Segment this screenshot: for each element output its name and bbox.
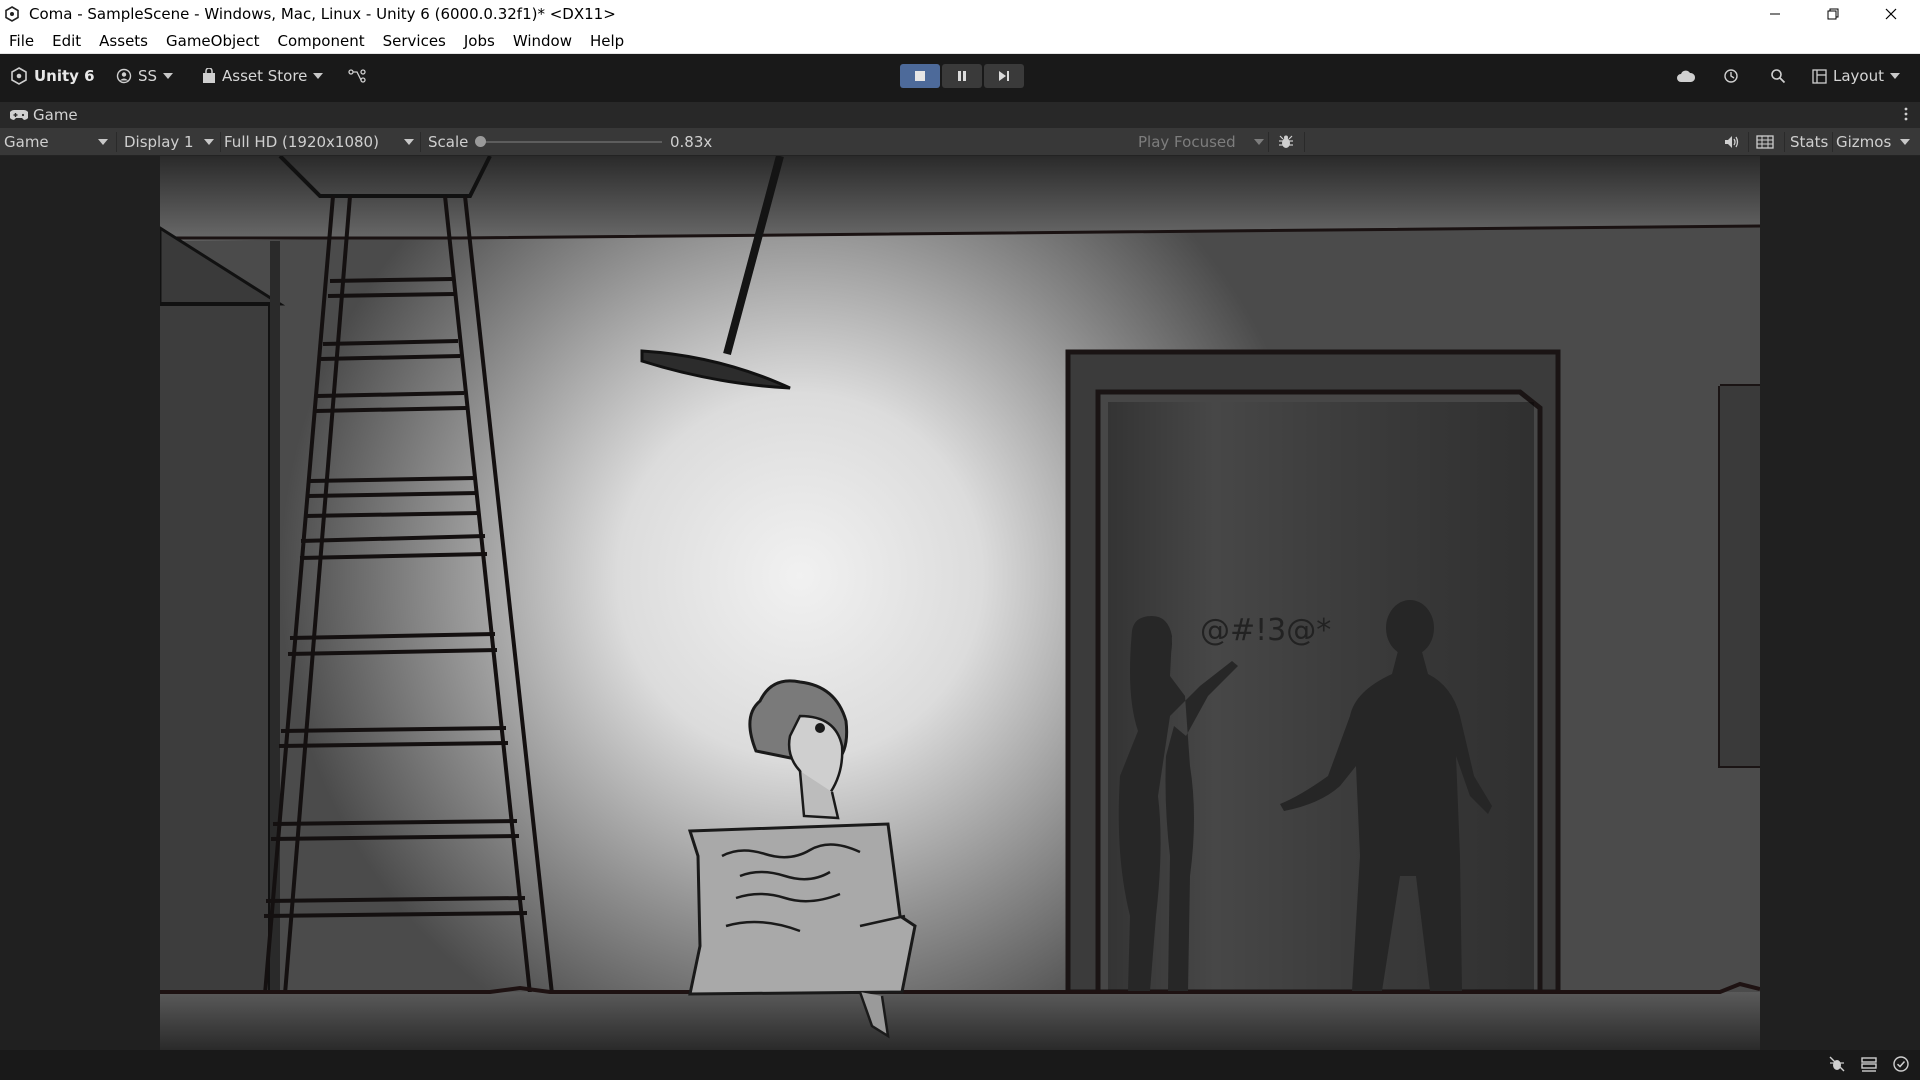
asset-store-label: Asset Store [222, 67, 308, 85]
minimize-button[interactable] [1746, 0, 1804, 28]
play-focused-label: Play Focused [1138, 133, 1236, 151]
layout-dropdown[interactable]: Layout [1812, 63, 1900, 89]
scale-slider-track[interactable] [484, 141, 662, 143]
unity-version-label: Unity 6 [34, 67, 95, 85]
tab-game-label: Game [33, 106, 78, 124]
menu-file[interactable]: File [0, 28, 43, 54]
minimize-icon [1770, 13, 1780, 15]
chevron-down-icon [1900, 139, 1910, 145]
aspect-grid-button[interactable] [1756, 128, 1774, 156]
history-icon [1724, 69, 1738, 83]
account-dropdown[interactable]: SS [116, 63, 174, 89]
debug-off-icon[interactable] [1828, 1055, 1846, 1073]
asset-store-dropdown[interactable]: Asset Store [202, 63, 324, 89]
menu-help[interactable]: Help [581, 28, 633, 54]
speech-text: @#!3@* [1200, 613, 1331, 648]
history-button[interactable] [1723, 63, 1739, 89]
layout-icon [1812, 68, 1827, 84]
menu-bar: File Edit Assets GameObject Component Se… [0, 28, 1920, 54]
window-titlebar: Coma - SampleScene - Windows, Mac, Linux… [0, 0, 1920, 28]
chevron-down-icon [98, 139, 108, 145]
playback-controls [900, 64, 1024, 88]
gizmos-dropdown[interactable] [1900, 128, 1910, 156]
cloud-button[interactable] [1676, 63, 1696, 89]
main-toolbar: Unity 6 SS Asset Store Layout [0, 54, 1920, 98]
check-circle-icon[interactable] [1892, 1055, 1910, 1073]
chevron-down-icon [204, 139, 214, 145]
right-window-frame [1718, 384, 1760, 768]
unity-version-button[interactable]: Unity 6 [10, 63, 95, 89]
stats-button[interactable]: Stats [1790, 128, 1828, 156]
scale-label: Scale [428, 133, 469, 151]
search-icon [1771, 69, 1786, 84]
left-wall-shadow [160, 304, 270, 992]
pause-button[interactable] [942, 64, 982, 88]
view-mode-dropdown[interactable]: Game [0, 128, 112, 156]
more-vertical-icon [1904, 107, 1908, 121]
menu-gameobject[interactable]: GameObject [157, 28, 269, 54]
scale-slider-thumb[interactable] [475, 136, 486, 147]
chevron-down-icon [404, 139, 414, 145]
search-button[interactable] [1770, 63, 1786, 89]
menu-component[interactable]: Component [269, 28, 374, 54]
menu-jobs[interactable]: Jobs [455, 28, 504, 54]
grid-icon [1756, 135, 1774, 149]
chevron-down-icon [1254, 139, 1264, 145]
shopping-bag-icon [203, 68, 215, 83]
cache-server-icon[interactable] [1860, 1055, 1878, 1073]
layout-label: Layout [1833, 67, 1884, 85]
version-control-button[interactable] [348, 63, 366, 89]
gamepad-icon [10, 110, 28, 120]
cloud-icon [1677, 70, 1696, 82]
chevron-down-icon [1890, 73, 1900, 79]
debug-button[interactable] [1278, 128, 1294, 156]
display-label: Display 1 [124, 133, 194, 151]
resolution-dropdown[interactable]: Full HD (1920x1080) [220, 128, 418, 156]
branch-icon [348, 69, 366, 83]
menu-services[interactable]: Services [374, 28, 455, 54]
play-focused-dropdown[interactable]: Play Focused [1134, 128, 1268, 156]
stop-icon [915, 71, 925, 81]
bug-icon [1279, 135, 1293, 148]
step-button[interactable] [984, 64, 1024, 88]
restore-button[interactable] [1804, 0, 1862, 28]
tab-game[interactable]: Game [10, 102, 78, 128]
status-icons [1828, 1055, 1910, 1073]
menu-assets[interactable]: Assets [90, 28, 157, 54]
chevron-down-icon [313, 73, 324, 79]
close-button[interactable] [1862, 0, 1920, 28]
chevron-down-icon [163, 73, 174, 79]
window-title: Coma - SampleScene - Windows, Mac, Linux… [29, 5, 616, 23]
tab-options-button[interactable] [1904, 106, 1908, 126]
play-stop-button[interactable] [900, 64, 940, 88]
pause-icon [958, 71, 966, 81]
gizmos-button[interactable]: Gizmos [1836, 128, 1891, 156]
game-view-toolbar: Game Display 1 Full HD (1920x1080) Scale… [0, 128, 1920, 156]
status-bar [0, 1050, 1920, 1080]
game-tab-header: Game [0, 102, 1920, 128]
resolution-label: Full HD (1920x1080) [224, 133, 379, 151]
mute-audio-button[interactable] [1724, 128, 1740, 156]
menu-edit[interactable]: Edit [43, 28, 90, 54]
unity-logo-icon [11, 67, 27, 85]
menu-window[interactable]: Window [504, 28, 581, 54]
speaker-icon [1725, 136, 1739, 148]
step-icon [999, 71, 1009, 81]
game-scene: @#!3@* [160, 156, 1760, 1050]
display-dropdown[interactable]: Display 1 [120, 128, 218, 156]
unity-app-icon [3, 5, 21, 23]
close-icon [1885, 8, 1897, 20]
account-icon [116, 68, 132, 84]
scale-value: 0.83x [670, 133, 713, 151]
floor [160, 992, 1760, 1050]
account-label: SS [138, 67, 158, 85]
restore-icon [1827, 8, 1839, 20]
game-viewport[interactable]: @#!3@* [0, 156, 1920, 1050]
view-mode-label: Game [4, 133, 49, 151]
